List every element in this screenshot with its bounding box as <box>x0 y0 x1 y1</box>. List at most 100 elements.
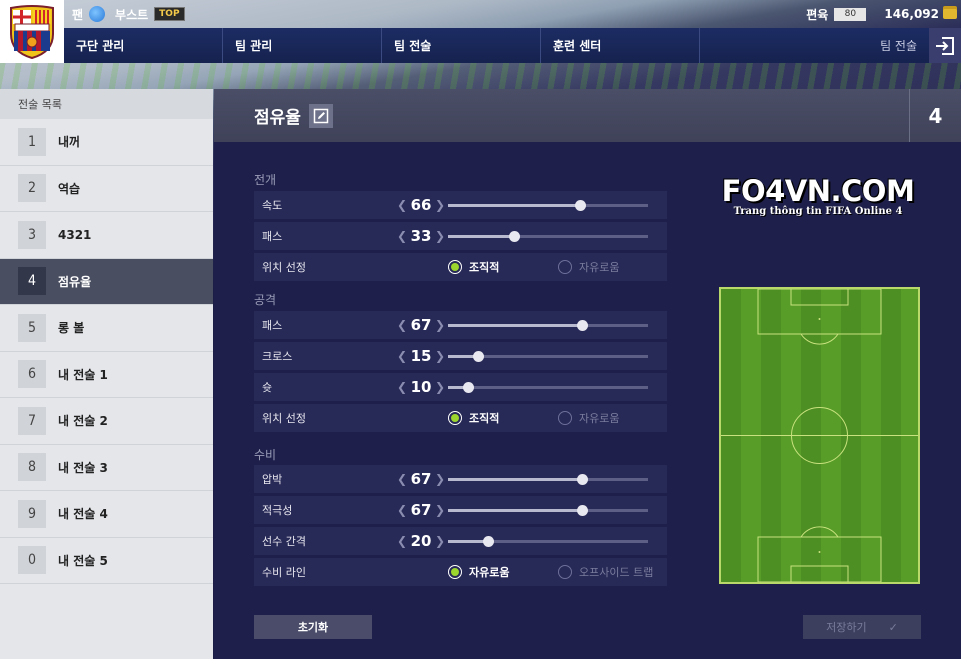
slider-handle[interactable] <box>483 536 494 547</box>
tactic-number: 7 <box>18 406 46 435</box>
radio-selected-icon <box>448 260 462 274</box>
tactic-number: 5 <box>18 313 46 342</box>
setting-attack-passing: 패스 ❮ 67 ❯ <box>254 311 667 339</box>
radio-offside-trap[interactable]: 오프사이드 트랩 <box>558 558 653 586</box>
tactic-item-5[interactable]: 5 롱 볼 <box>0 305 213 352</box>
tactic-item-6[interactable]: 6 내 전술 1 <box>0 352 213 398</box>
slider-handle[interactable] <box>509 231 520 242</box>
section-label-attack: 공격 <box>254 293 277 307</box>
reset-button[interactable]: 초기화 <box>254 615 372 639</box>
decrease-icon[interactable]: ❮ <box>396 503 408 517</box>
decrease-icon[interactable]: ❮ <box>396 198 408 212</box>
tactic-item-1[interactable]: 1 내꺼 <box>0 119 213 166</box>
increase-icon[interactable]: ❯ <box>434 534 446 548</box>
slider-handle[interactable] <box>577 474 588 485</box>
pencil-icon <box>313 108 329 123</box>
decrease-icon[interactable]: ❮ <box>396 318 408 332</box>
coin-icon <box>943 9 957 19</box>
setting-label: 적극성 <box>262 504 293 517</box>
value-slider[interactable] <box>448 382 648 393</box>
nav-team-tactics[interactable]: 팀 전술 <box>382 28 541 63</box>
setting-label: 패스 <box>262 230 283 243</box>
top-badge: TOP <box>154 7 185 21</box>
radio-free[interactable]: 자유로움 <box>558 404 619 432</box>
tactic-name: 4321 <box>58 227 92 242</box>
setting-defense-pressure: 압박 ❮ 67 ❯ <box>254 465 667 493</box>
slider-handle[interactable] <box>463 382 474 393</box>
radio-organized[interactable]: 조직적 <box>448 253 499 281</box>
tactic-item-4-selected[interactable]: 4 점유율 <box>0 258 213 305</box>
value-slider[interactable] <box>448 505 648 516</box>
tactic-list-sidebar: 전술 목록 1 내꺼 2 역습 3 4321 4 점유율 5 롱 볼 6 내 전… <box>0 89 213 659</box>
fan-emoji-icon[interactable] <box>89 6 106 22</box>
nav-club-management[interactable]: 구단 관리 <box>64 28 223 63</box>
tactic-number-display: 4 <box>909 89 961 142</box>
site-watermark: FO4VN.COM Trang thông tin FIFA Online 4 <box>718 176 918 217</box>
nav-training-center[interactable]: 훈련 센터 <box>541 28 700 63</box>
radio-free[interactable]: 자유로움 <box>448 558 509 586</box>
increase-icon[interactable]: ❯ <box>434 472 446 486</box>
slider-fill <box>448 540 488 543</box>
boost-label[interactable]: 부스트 <box>115 6 148 23</box>
currency-area: 편육 80 146,092 <box>806 6 957 23</box>
radio-free[interactable]: 자유로움 <box>558 253 619 281</box>
section-label-buildup: 전개 <box>254 173 277 187</box>
increase-icon[interactable]: ❯ <box>434 318 446 332</box>
edit-value: 80 <box>834 7 867 21</box>
decrease-icon[interactable]: ❮ <box>396 229 408 243</box>
slider-handle[interactable] <box>577 320 588 331</box>
decrease-icon[interactable]: ❮ <box>396 349 408 363</box>
tactic-item-3[interactable]: 3 4321 <box>0 212 213 259</box>
increase-icon[interactable]: ❯ <box>434 198 446 212</box>
tactic-item-7[interactable]: 7 내 전술 2 <box>0 398 213 445</box>
value-slider[interactable] <box>448 200 648 211</box>
rename-button[interactable] <box>308 103 333 128</box>
tactic-item-8[interactable]: 8 내 전술 3 <box>0 445 213 491</box>
tactic-name: 내 전술 2 <box>58 414 108 429</box>
slider-handle[interactable] <box>577 505 588 516</box>
tactic-name: 내꺼 <box>58 135 81 150</box>
tactic-number: 1 <box>18 127 46 156</box>
value-slider[interactable] <box>448 231 648 242</box>
tactic-item-0[interactable]: 0 내 전술 5 <box>0 538 213 584</box>
setting-value: 67 <box>410 470 432 488</box>
setting-attack-positioning: 위치 선정 조직적 자유로움 <box>254 404 667 432</box>
setting-value: 67 <box>410 316 432 334</box>
value-slider[interactable] <box>448 536 648 547</box>
tactic-name: 역습 <box>58 181 81 196</box>
value-slider[interactable] <box>448 320 648 331</box>
decrease-icon[interactable]: ❮ <box>396 534 408 548</box>
radio-organized[interactable]: 조직적 <box>448 404 499 432</box>
slider-handle[interactable] <box>473 351 484 362</box>
value-stepper: ❮ 67 ❯ <box>396 311 446 339</box>
tactic-title-bar: 점유율 4 <box>214 89 961 142</box>
fan-label[interactable]: 팬 <box>72 6 83 23</box>
exit-button[interactable] <box>929 28 961 63</box>
setting-defense-line: 수비 라인 자유로움 오프사이드 트랩 <box>254 558 667 586</box>
tactic-item-2[interactable]: 2 역습 <box>0 166 213 212</box>
setting-value: 15 <box>410 347 432 365</box>
tactic-number: 4 <box>18 267 46 296</box>
setting-value: 33 <box>410 227 432 245</box>
value-stepper: ❮ 20 ❯ <box>396 527 446 555</box>
value-stepper: ❮ 67 ❯ <box>396 465 446 493</box>
setting-value: 67 <box>410 501 432 519</box>
setting-label: 속도 <box>262 199 283 212</box>
slider-handle[interactable] <box>575 200 586 211</box>
tactic-name: 내 전술 5 <box>58 553 108 568</box>
increase-icon[interactable]: ❯ <box>434 503 446 517</box>
increase-icon[interactable]: ❯ <box>434 229 446 243</box>
increase-icon[interactable]: ❯ <box>434 380 446 394</box>
nav-team-management[interactable]: 팀 관리 <box>223 28 382 63</box>
sidebar-header: 전술 목록 <box>0 89 213 119</box>
setting-value: 10 <box>410 378 432 396</box>
tactic-item-9[interactable]: 9 내 전술 4 <box>0 491 213 538</box>
decrease-icon[interactable]: ❮ <box>396 380 408 394</box>
tactic-number: 3 <box>18 220 46 249</box>
setting-buildup-positioning: 위치 선정 조직적 자유로움 <box>254 253 667 281</box>
increase-icon[interactable]: ❯ <box>434 349 446 363</box>
value-slider[interactable] <box>448 351 648 362</box>
decrease-icon[interactable]: ❮ <box>396 472 408 486</box>
save-button[interactable]: 저장하기 ✓ <box>803 615 921 639</box>
value-slider[interactable] <box>448 474 648 485</box>
